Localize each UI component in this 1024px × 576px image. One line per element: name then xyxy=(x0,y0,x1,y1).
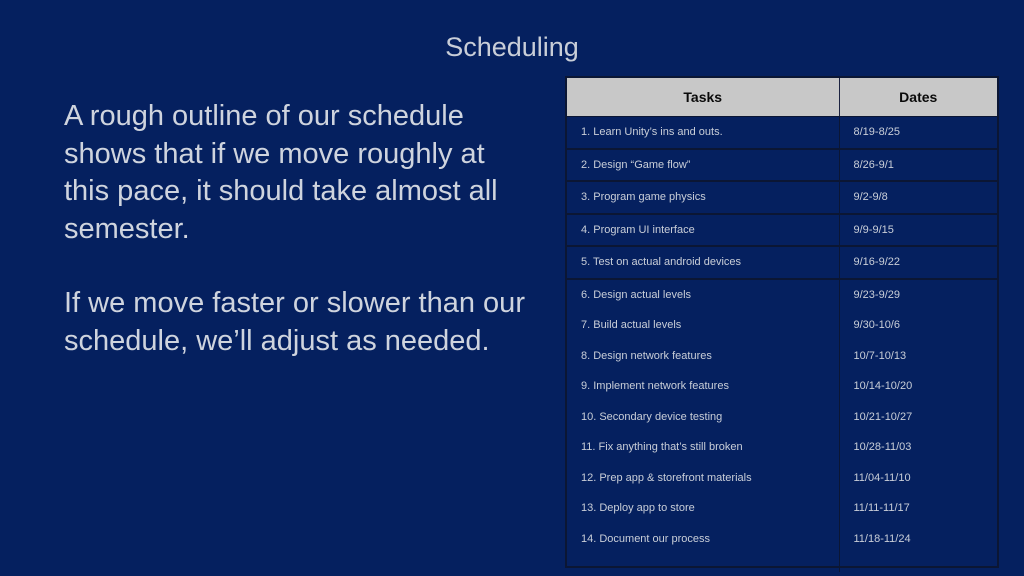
table-row: 1. Learn Unity’s ins and outs. 8/19-8/25 xyxy=(567,116,997,150)
dates-cell: 9/2-9/8 xyxy=(839,181,997,215)
dates-cell: 9/9-9/15 xyxy=(839,213,997,247)
dates-cell: 10/28-11/03 xyxy=(853,441,912,454)
header-dates: Dates xyxy=(839,78,997,117)
task-cell: 7. Build actual levels xyxy=(567,310,840,341)
dates-cell: 11/04-11/10 xyxy=(853,471,911,484)
dates-cell: 8/26-9/1 xyxy=(839,148,997,182)
task-cell: 1. Learn Unity’s ins and outs. xyxy=(567,116,840,150)
dates-cell: 10/7-10/13 xyxy=(853,349,907,362)
dates-cell: 10/21-10/27 xyxy=(853,410,913,423)
task-cell: 11. Fix anything that’s still broken xyxy=(567,432,840,463)
task-cell: 14. Document our process xyxy=(567,523,840,554)
dates-cell: 11/11-11/17 xyxy=(853,502,910,515)
table-header-row: Tasks Dates xyxy=(567,78,997,117)
table-filler-row xyxy=(567,554,997,572)
task-cell: 2. Design “Game flow” xyxy=(567,148,840,182)
task-cell: 9. Implement network features xyxy=(567,371,840,402)
table-row: 10. Secondary device testing 10/21-10/27 xyxy=(567,401,997,432)
task-cell: 3. Program game physics xyxy=(567,181,840,215)
table-row: 9. Implement network features 10/14-10/20 xyxy=(567,371,997,402)
dates-cell: 9/23-9/29 xyxy=(853,288,900,301)
table-row: 11. Fix anything that’s still broken 10/2… xyxy=(567,432,997,463)
filler-cell xyxy=(567,554,840,572)
dates-cell: 8/19-8/25 xyxy=(839,116,997,150)
dates-cell: 9/16-9/22 xyxy=(839,246,997,280)
table-row: 6. Design actual levels 9/23-9/29 xyxy=(567,278,997,310)
dates-cell: 9/30-10/6 xyxy=(853,319,900,332)
table-row: 2. Design “Game flow” 8/26-9/1 xyxy=(567,148,997,182)
table-row: 8. Design network features 10/7-10/13 xyxy=(567,340,997,371)
schedule-table: Tasks Dates 1. Learn Unity’s ins and out… xyxy=(565,76,999,572)
task-cell: 4. Program UI interface xyxy=(567,213,840,247)
table-row: 14. Document our process 11/18-11/24 xyxy=(567,523,997,554)
filler-cell xyxy=(839,554,997,572)
task-cell: 8. Design network features xyxy=(567,340,840,371)
table-row: 4. Program UI interface 9/9-9/15 xyxy=(567,213,997,247)
dates-cell: 10/14-10/20 xyxy=(853,380,913,393)
task-cell: 5. Test on actual android devices xyxy=(567,246,840,280)
header-tasks: Tasks xyxy=(567,78,840,117)
slide-title: Scheduling xyxy=(445,32,579,62)
paragraph-schedule-outline: A rough outline of our schedule shows th… xyxy=(64,100,498,245)
dates-cell: 11/18-11/24 xyxy=(853,532,911,545)
table-row: 13. Deploy app to store 11/11-11/17 xyxy=(567,493,997,524)
table-row: 7. Build actual levels 9/30-10/6 xyxy=(567,310,997,341)
table-row: 5. Test on actual android devices 9/16-9/… xyxy=(567,246,997,280)
table-row: 12. Prep app & storefront materials 11/04… xyxy=(567,462,997,493)
slide-body: A rough outline of our schedule shows th… xyxy=(64,98,534,360)
task-cell: 10. Secondary device testing xyxy=(567,401,840,432)
task-cell: 12. Prep app & storefront materials xyxy=(567,462,840,493)
task-cell: 6. Design actual levels xyxy=(567,278,840,310)
task-cell: 13. Deploy app to store xyxy=(567,493,840,524)
table-row: 3. Program game physics 9/2-9/8 xyxy=(567,181,997,215)
paragraph-adjust-note: If we move faster or slower than our sch… xyxy=(64,287,525,357)
